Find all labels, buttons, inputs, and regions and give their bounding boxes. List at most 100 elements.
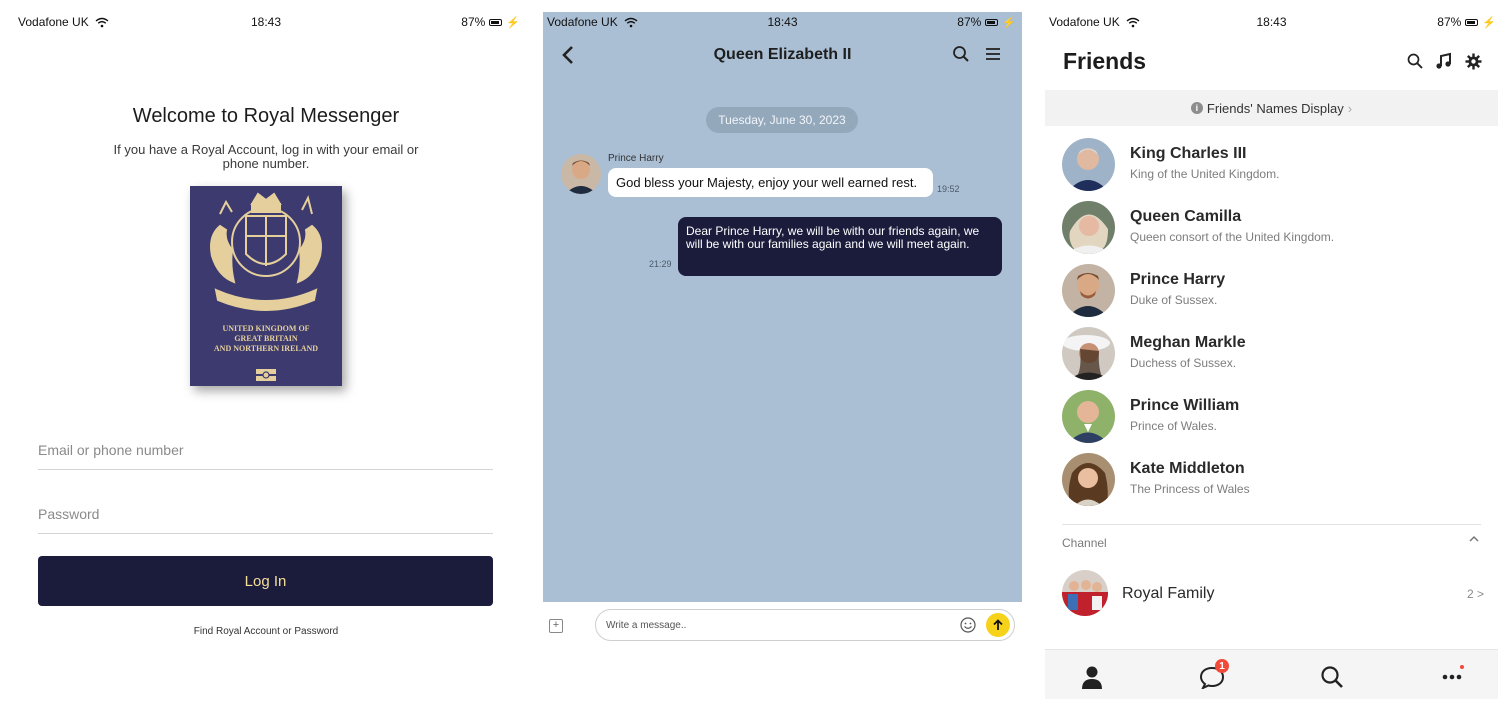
list-item[interactable]: Prince Harry Duke of Sussex. (1045, 260, 1498, 318)
search-icon[interactable] (952, 45, 970, 63)
message-input-field[interactable] (595, 609, 1015, 641)
email-input[interactable] (38, 430, 493, 469)
royal-coat-of-arms-icon (210, 192, 322, 311)
friend-status: Duke of Sussex. (1130, 293, 1218, 307)
status-time: 18:43 (1256, 15, 1287, 29)
search-icon (1321, 666, 1343, 688)
find-account-link[interactable]: Find Royal Account or Password (0, 626, 532, 637)
outgoing-message-bubble[interactable]: Dear Prince Harry, we will be with our f… (678, 217, 1002, 276)
password-input[interactable] (38, 494, 493, 533)
battery-icon (1465, 18, 1479, 26)
charging-bolt-icon: ⚡ (506, 16, 520, 29)
status-bar: Vodafone UK 18:43 87% ⚡ (1045, 0, 1498, 40)
avatar (1062, 453, 1115, 506)
passport-line-3: AND NORTHERN IRELAND (213, 344, 319, 353)
bottom-tab-bar: 1 (1045, 649, 1498, 699)
avatar (1062, 327, 1115, 380)
email-field[interactable] (38, 430, 493, 470)
battery-icon (489, 18, 503, 26)
kate-middleton-avatar-icon (1062, 453, 1115, 506)
tab-chats[interactable]: 1 (1197, 659, 1229, 692)
friend-name: Meghan Markle (1130, 334, 1246, 351)
king-charles-avatar-icon (1062, 138, 1115, 191)
passport-image: UNITED KINGDOM OF GREAT BRITAIN AND NORT… (190, 186, 342, 386)
avatar[interactable] (561, 154, 601, 194)
passport-line-2: GREAT BRITAIN (234, 334, 298, 343)
channel-section-label: Channel (1062, 536, 1107, 550)
passport-line-1: UNITED KINGDOM OF (222, 324, 310, 333)
friend-name: Kate Middleton (1130, 460, 1245, 477)
chevron-up-icon[interactable] (1468, 533, 1480, 545)
prince-harry-avatar-icon (1062, 264, 1115, 317)
avatar (1062, 264, 1115, 317)
friend-name: King Charles III (1130, 145, 1247, 162)
channel-count: 2 > (1466, 587, 1484, 601)
avatar (1062, 570, 1108, 616)
tab-search[interactable] (1317, 662, 1347, 692)
battery-icon (985, 18, 999, 26)
tab-more[interactable] (1437, 662, 1467, 692)
list-item[interactable]: King Charles III King of the United King… (1045, 134, 1498, 192)
battery-percent: 87% (461, 15, 486, 29)
avatar (1062, 201, 1115, 254)
login-subtitle: If you have a Royal Account, log in with… (113, 142, 419, 171)
message-sender: Prince Harry (608, 153, 664, 164)
chat-screen: Vodafone UK 18:43 87% ⚡ Queen Elizabeth … (543, 12, 1022, 657)
divider (1062, 524, 1481, 525)
add-attachment-icon[interactable]: + (549, 619, 563, 633)
welcome-heading: Welcome to Royal Messenger (132, 105, 400, 127)
charging-bolt-icon: ⚡ (1002, 16, 1016, 29)
names-display-label: Friends' Names Display (1206, 100, 1344, 116)
status-time: 18:43 (767, 15, 798, 29)
menu-icon[interactable] (984, 45, 1002, 63)
list-item[interactable]: Meghan Markle Duchess of Sussex. (1045, 323, 1498, 381)
chat-header: Queen Elizabeth II (543, 42, 1022, 72)
person-icon (1082, 666, 1102, 689)
friend-name: Prince William (1130, 397, 1240, 414)
list-item[interactable]: Prince William Prince of Wales. (1045, 386, 1498, 444)
friends-screen: Vodafone UK 18:43 87% ⚡ Friends i Friend… (1045, 0, 1498, 718)
friend-status: Prince of Wales. (1130, 419, 1217, 433)
meghan-markle-avatar-icon (1062, 327, 1115, 380)
list-item[interactable]: Queen Camilla Queen consort of the Unite… (1045, 197, 1498, 255)
queen-camilla-avatar-icon (1062, 201, 1115, 254)
friends-names-display-banner[interactable]: i Friends' Names Display › (1045, 90, 1498, 126)
page-title: Friends (1063, 48, 1147, 74)
chevron-right-icon: › (1347, 100, 1353, 116)
avatar (1062, 138, 1115, 191)
friend-status: The Princess of Wales (1130, 482, 1250, 496)
channel-name: Royal Family (1122, 585, 1215, 602)
message-time: 21:29 (649, 259, 672, 269)
date-separator: Tuesday, June 30, 2023 (706, 107, 858, 133)
search-icon[interactable] (1407, 53, 1423, 69)
status-bar: Vodafone UK 18:43 87% ⚡ (543, 12, 1022, 40)
charging-bolt-icon: ⚡ (1482, 16, 1496, 29)
friend-name: Queen Camilla (1130, 208, 1242, 225)
friend-name: Prince Harry (1130, 271, 1226, 288)
prince-harry-avatar-icon (561, 154, 601, 194)
prince-william-avatar-icon (1062, 390, 1115, 443)
biometric-chip-icon (256, 369, 276, 381)
royal-family-avatar-icon (1062, 570, 1108, 616)
tab-friends[interactable] (1077, 662, 1107, 692)
emoji-icon[interactable] (960, 617, 976, 633)
status-time: 18:43 (250, 15, 282, 29)
battery-percent: 87% (1437, 15, 1462, 29)
battery-percent: 87% (957, 15, 982, 29)
list-item[interactable]: Kate Middleton The Princess of Wales (1045, 449, 1498, 507)
channel-item-royal-family[interactable]: Royal Family 2 > (1045, 568, 1498, 618)
login-screen: Vodafone UK 18:43 87% ⚡ Welcome to Royal… (0, 0, 532, 718)
send-button[interactable] (986, 613, 1010, 637)
music-note-icon[interactable] (1435, 52, 1453, 70)
more-dots-icon (1442, 674, 1462, 680)
chat-title: Queen Elizabeth II (713, 46, 852, 63)
login-button[interactable]: Log In (38, 556, 493, 606)
incoming-message-bubble[interactable]: God bless your Majesty, enjoy your well … (608, 168, 933, 197)
gear-icon[interactable] (1465, 53, 1482, 70)
friend-status: King of the United Kingdom. (1130, 167, 1280, 181)
message-input[interactable] (606, 610, 946, 640)
message-time: 19:52 (937, 184, 960, 194)
unread-badge: 1 (1215, 659, 1229, 673)
password-field[interactable] (38, 494, 493, 534)
status-bar: Vodafone UK 18:43 87% ⚡ (0, 0, 532, 40)
